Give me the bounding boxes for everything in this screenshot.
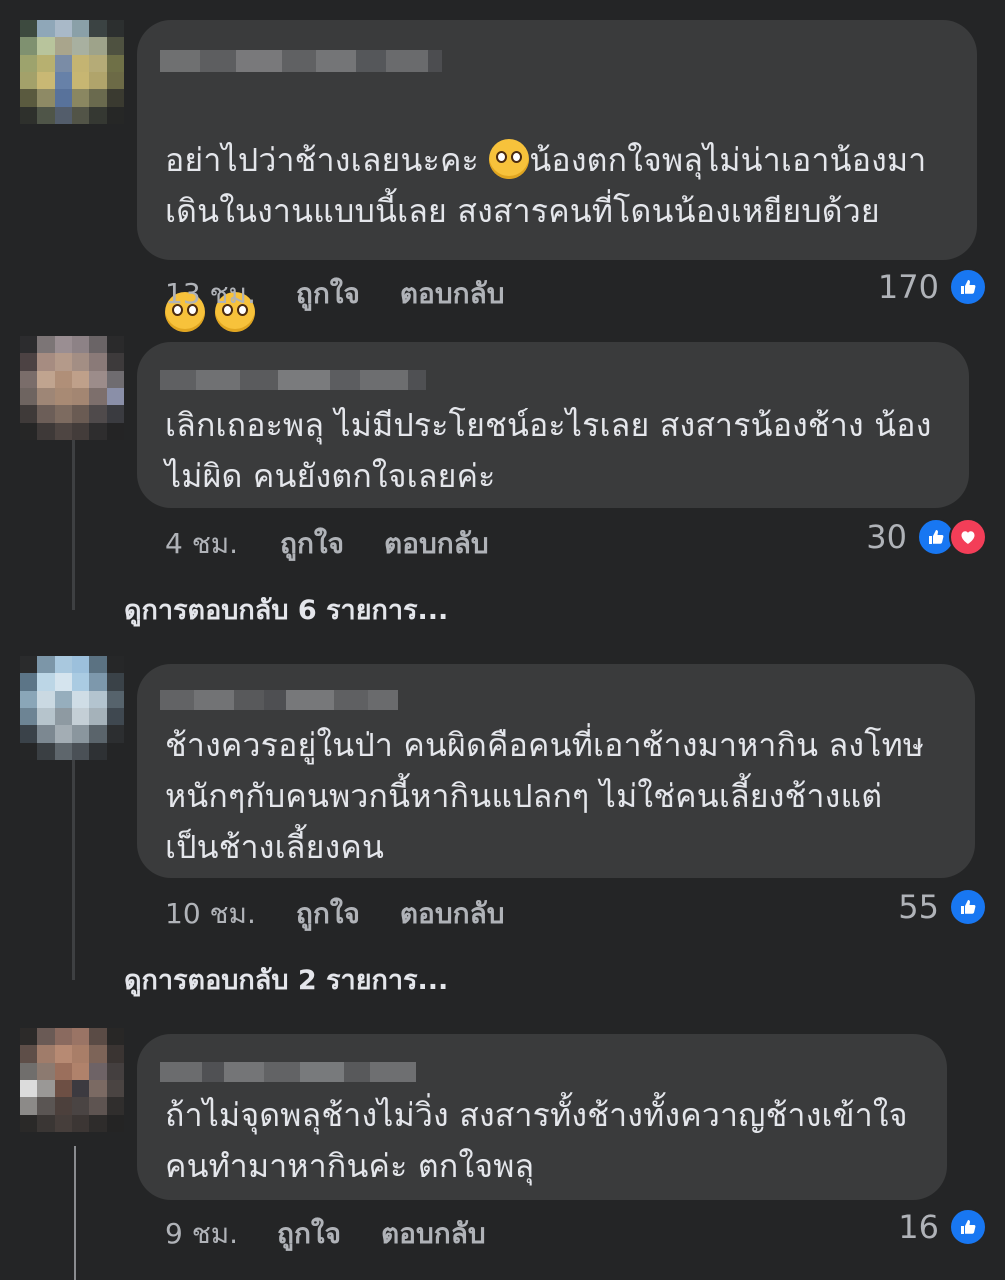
reaction-count: 170 xyxy=(877,268,939,306)
reaction-summary[interactable]: 55 xyxy=(898,888,987,926)
comment-text: เลิกเถอะพลุ ไม่มีประโยชน์อะไรเลย สงสารน้… xyxy=(165,406,932,495)
comment-time[interactable]: 13 ชม. xyxy=(165,272,256,316)
heart-icon xyxy=(949,518,987,556)
reply-button[interactable]: ตอบกลับ xyxy=(381,1212,486,1256)
like-button[interactable]: ถูกใจ xyxy=(296,892,360,936)
view-more-replies-link[interactable]: ดูการตอบกลับ 2 รายการ... xyxy=(124,958,448,1001)
thumbs-up-icon xyxy=(949,1208,987,1246)
reaction-count: 30 xyxy=(866,518,907,556)
comments-page: อย่าไปว่าช้างเลยนะคะ น้องตกใจพลุไม่น่าเอ… xyxy=(0,0,1005,1280)
comment-meta: 9 ชม. ถูกใจ ตอบกลับ xyxy=(165,1212,486,1256)
comment-time[interactable]: 9 ชม. xyxy=(165,1212,255,1256)
comment-time[interactable]: 4 ชม. xyxy=(165,522,255,566)
reply-button[interactable]: ตอบกลับ xyxy=(384,522,489,566)
thumbs-up-icon xyxy=(949,888,987,926)
comment-text: ถ้าไม่จุดพลุช้างไม่วิ่ง สงสารทั้งช้างทั้… xyxy=(165,1096,908,1185)
comment-meta: 10 ชม. ถูกใจ ตอบกลับ xyxy=(165,892,505,936)
view-more-replies-link[interactable]: ดูการตอบกลับ 6 รายการ... xyxy=(124,588,448,631)
avatar[interactable] xyxy=(20,656,124,760)
like-button[interactable]: ถูกใจ xyxy=(280,522,344,566)
comment-bubble: อย่าไปว่าช้างเลยนะคะ น้องตกใจพลุไม่น่าเอ… xyxy=(137,20,977,332)
comment-bubble: เลิกเถอะพลุ ไม่มีประโยชน์อะไรเลย สงสารน้… xyxy=(137,342,969,508)
commenter-name-blurred[interactable] xyxy=(160,50,442,72)
pleading-face-emoji xyxy=(489,139,530,179)
comment-meta: 13 ชม. ถูกใจ ตอบกลับ xyxy=(165,272,505,316)
like-button[interactable]: ถูกใจ xyxy=(296,272,360,316)
thread-line xyxy=(74,1146,76,1280)
commenter-name-blurred[interactable] xyxy=(160,690,398,710)
reaction-count: 55 xyxy=(898,888,939,926)
thread-line xyxy=(72,760,75,980)
reaction-summary[interactable]: 16 xyxy=(898,1208,987,1246)
reaction-summary[interactable]: 170 xyxy=(878,268,987,306)
comment-bubble: ช้างควรอยู่ในป่า คนผิดคือคนที่เอาช้างมาห… xyxy=(137,664,975,878)
comment-meta: 4 ชม. ถูกใจ ตอบกลับ xyxy=(165,522,489,566)
avatar[interactable] xyxy=(20,20,124,124)
thread-line xyxy=(72,440,75,610)
comment-text: ช้างควรอยู่ในป่า คนผิดคือคนที่เอาช้างมาห… xyxy=(165,726,925,866)
avatar[interactable] xyxy=(20,1028,124,1132)
reaction-count: 16 xyxy=(898,1208,939,1246)
commenter-name-blurred[interactable] xyxy=(160,1062,416,1082)
thumbs-up-icon xyxy=(949,268,987,306)
comment-time[interactable]: 10 ชม. xyxy=(165,892,256,936)
commenter-name-blurred[interactable] xyxy=(160,370,426,390)
reply-button[interactable]: ตอบกลับ xyxy=(400,892,505,936)
avatar[interactable] xyxy=(20,336,124,440)
reaction-summary[interactable]: 30 xyxy=(866,518,987,556)
like-button[interactable]: ถูกใจ xyxy=(277,1212,341,1256)
comment-bubble: ถ้าไม่จุดพลุช้างไม่วิ่ง สงสารทั้งช้างทั้… xyxy=(137,1034,947,1200)
reply-button[interactable]: ตอบกลับ xyxy=(400,272,505,316)
